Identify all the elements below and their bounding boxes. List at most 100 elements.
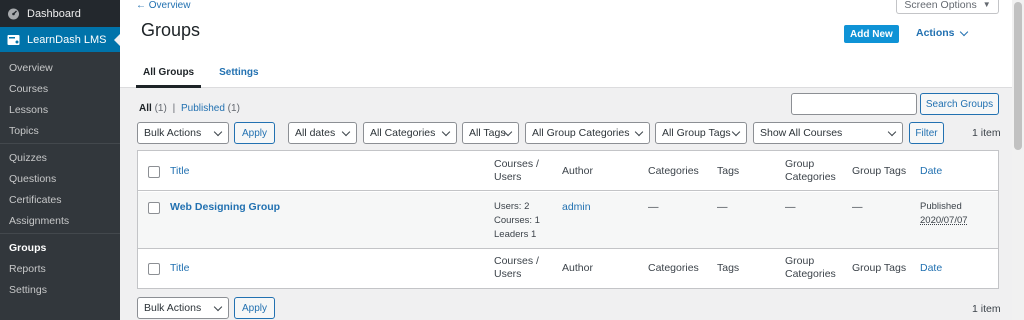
column-courses-users: Courses / Users: [494, 255, 539, 281]
chevron-down-icon: [441, 127, 451, 137]
sidebar-item-label: Dashboard: [27, 7, 81, 20]
column-group-tags: Group Tags: [852, 165, 907, 177]
filter-all-count: (1): [154, 103, 167, 114]
column-tags: Tags: [717, 165, 740, 177]
sidebar-item-topics[interactable]: Topics: [0, 120, 120, 141]
column-author: Author: [562, 165, 593, 177]
overview-link[interactable]: ← Overview: [136, 0, 190, 11]
column-categories: Categories: [648, 262, 699, 274]
column-label: Group: [785, 255, 815, 267]
select-value: All Group Tags: [662, 127, 731, 139]
filter-separator: |: [172, 103, 176, 114]
group-title-link[interactable]: Web Designing Group: [170, 201, 280, 214]
item-count: 1 item: [972, 127, 1001, 139]
column-categories: Categories: [648, 165, 699, 177]
filter-published-count: (1): [227, 103, 240, 114]
sidebar-item-courses[interactable]: Courses: [0, 78, 120, 99]
chevron-down-icon: [731, 127, 741, 137]
sidebar-item-reports[interactable]: Reports: [0, 258, 120, 279]
screen-options-label: Screen Options: [904, 0, 977, 11]
column-label: Courses /: [494, 158, 539, 170]
column-label: Courses /: [494, 255, 539, 267]
column-group-categories: Group Categories: [785, 255, 836, 281]
filter-published-link[interactable]: Published: [181, 103, 225, 114]
leaders-count: Leaders 1: [494, 229, 537, 240]
main-content: ← Overview Screen Options ▼ Groups Add N…: [120, 0, 1024, 320]
row-checkbox[interactable]: [148, 202, 160, 214]
table-footer-row: Title Courses / Users Author Categories …: [138, 248, 998, 289]
post-date: 2020/07/07: [920, 215, 968, 226]
select-all-checkbox-footer[interactable]: [148, 263, 160, 275]
group-tags-value: —: [852, 201, 863, 213]
sidebar-item-overview[interactable]: Overview: [0, 57, 120, 78]
select-value: All Group Categories: [532, 127, 630, 139]
select-value: Bulk Actions: [144, 127, 202, 139]
chevron-down-icon: [341, 127, 351, 137]
sidebar-item-groups[interactable]: Groups: [0, 237, 120, 258]
actions-label: Actions: [916, 27, 955, 39]
tags-select[interactable]: All Tags: [462, 122, 519, 144]
categories-value: —: [648, 201, 659, 213]
select-value: Show All Courses: [760, 127, 843, 139]
sidebar-item-dashboard[interactable]: Dashboard: [0, 0, 120, 27]
apply-button[interactable]: Apply: [234, 122, 275, 144]
courses-select[interactable]: Show All Courses: [753, 122, 903, 144]
column-group-tags: Group Tags: [852, 262, 907, 274]
table-row: Web Designing Group Users: 2 Courses: 1 …: [138, 192, 998, 248]
filter-button[interactable]: Filter: [909, 122, 944, 144]
sidebar-item-lessons[interactable]: Lessons: [0, 99, 120, 120]
column-label: Group: [785, 158, 815, 170]
sidebar-item-assignments[interactable]: Assignments: [0, 210, 120, 231]
scrollbar-thumb[interactable]: [1014, 2, 1022, 150]
chevron-down-icon: [634, 127, 644, 137]
users-count: Users: 2: [494, 201, 530, 212]
select-value: All dates: [295, 127, 336, 139]
bulk-actions-select-bottom[interactable]: Bulk Actions: [137, 297, 229, 319]
column-date[interactable]: Date: [920, 262, 942, 275]
select-all-checkbox[interactable]: [148, 166, 160, 178]
groups-table: Title Courses / Users Author Categories …: [137, 150, 999, 289]
group-stats: Users: 2 Courses: 1 Leaders 1: [494, 200, 540, 242]
categories-select[interactable]: All Categories: [363, 122, 457, 144]
status-filter-links: All (1) | Published (1): [139, 103, 240, 114]
search-input[interactable]: [791, 93, 917, 115]
column-date[interactable]: Date: [920, 165, 942, 178]
filter-all-link[interactable]: All: [139, 103, 152, 114]
column-tags: Tags: [717, 262, 740, 274]
learndash-submenu: Overview Courses Lessons Topics Quizzes …: [0, 52, 120, 320]
learndash-icon: [7, 33, 20, 46]
item-count-bottom: 1 item: [972, 303, 1001, 315]
author-link[interactable]: admin: [562, 201, 591, 214]
tags-value: —: [717, 201, 728, 213]
screen-options-button[interactable]: Screen Options ▼: [896, 0, 999, 14]
chevron-down-icon: [887, 127, 897, 137]
select-value: Bulk Actions: [144, 302, 202, 314]
sidebar-item-learndash[interactable]: LearnDash LMS: [0, 27, 120, 52]
sidebar-item-questions[interactable]: Questions: [0, 168, 120, 189]
courses-count: Courses: 1: [494, 215, 540, 226]
search-groups-button[interactable]: Search Groups: [920, 93, 999, 115]
sidebar-item-quizzes[interactable]: Quizzes: [0, 147, 120, 168]
dates-select[interactable]: All dates: [288, 122, 357, 144]
add-new-button[interactable]: Add New: [844, 25, 899, 43]
tab-settings[interactable]: Settings: [212, 56, 265, 88]
sidebar-separator: [0, 143, 120, 144]
bulk-actions-select[interactable]: Bulk Actions: [137, 122, 229, 144]
tab-all-groups[interactable]: All Groups: [136, 56, 202, 88]
tab-bar: All Groups Settings: [136, 56, 277, 88]
admin-sidebar: Dashboard LearnDash LMS Overview Courses…: [0, 0, 120, 320]
sidebar-item-settings[interactable]: Settings: [0, 279, 120, 300]
column-title[interactable]: Title: [170, 165, 189, 178]
sidebar-item-certificates[interactable]: Certificates: [0, 189, 120, 210]
group-categories-select[interactable]: All Group Categories: [525, 122, 650, 144]
chevron-down-icon: [959, 27, 968, 36]
apply-button-bottom[interactable]: Apply: [234, 297, 275, 319]
group-tags-select[interactable]: All Group Tags: [655, 122, 747, 144]
chevron-down-icon: [213, 302, 223, 312]
column-label: Users: [494, 171, 522, 183]
page-scrollbar[interactable]: [1012, 0, 1024, 320]
actions-dropdown[interactable]: Actions: [916, 27, 968, 39]
column-title[interactable]: Title: [170, 262, 189, 275]
column-group-categories: Group Categories: [785, 158, 836, 184]
select-value: All Tags: [469, 127, 506, 139]
